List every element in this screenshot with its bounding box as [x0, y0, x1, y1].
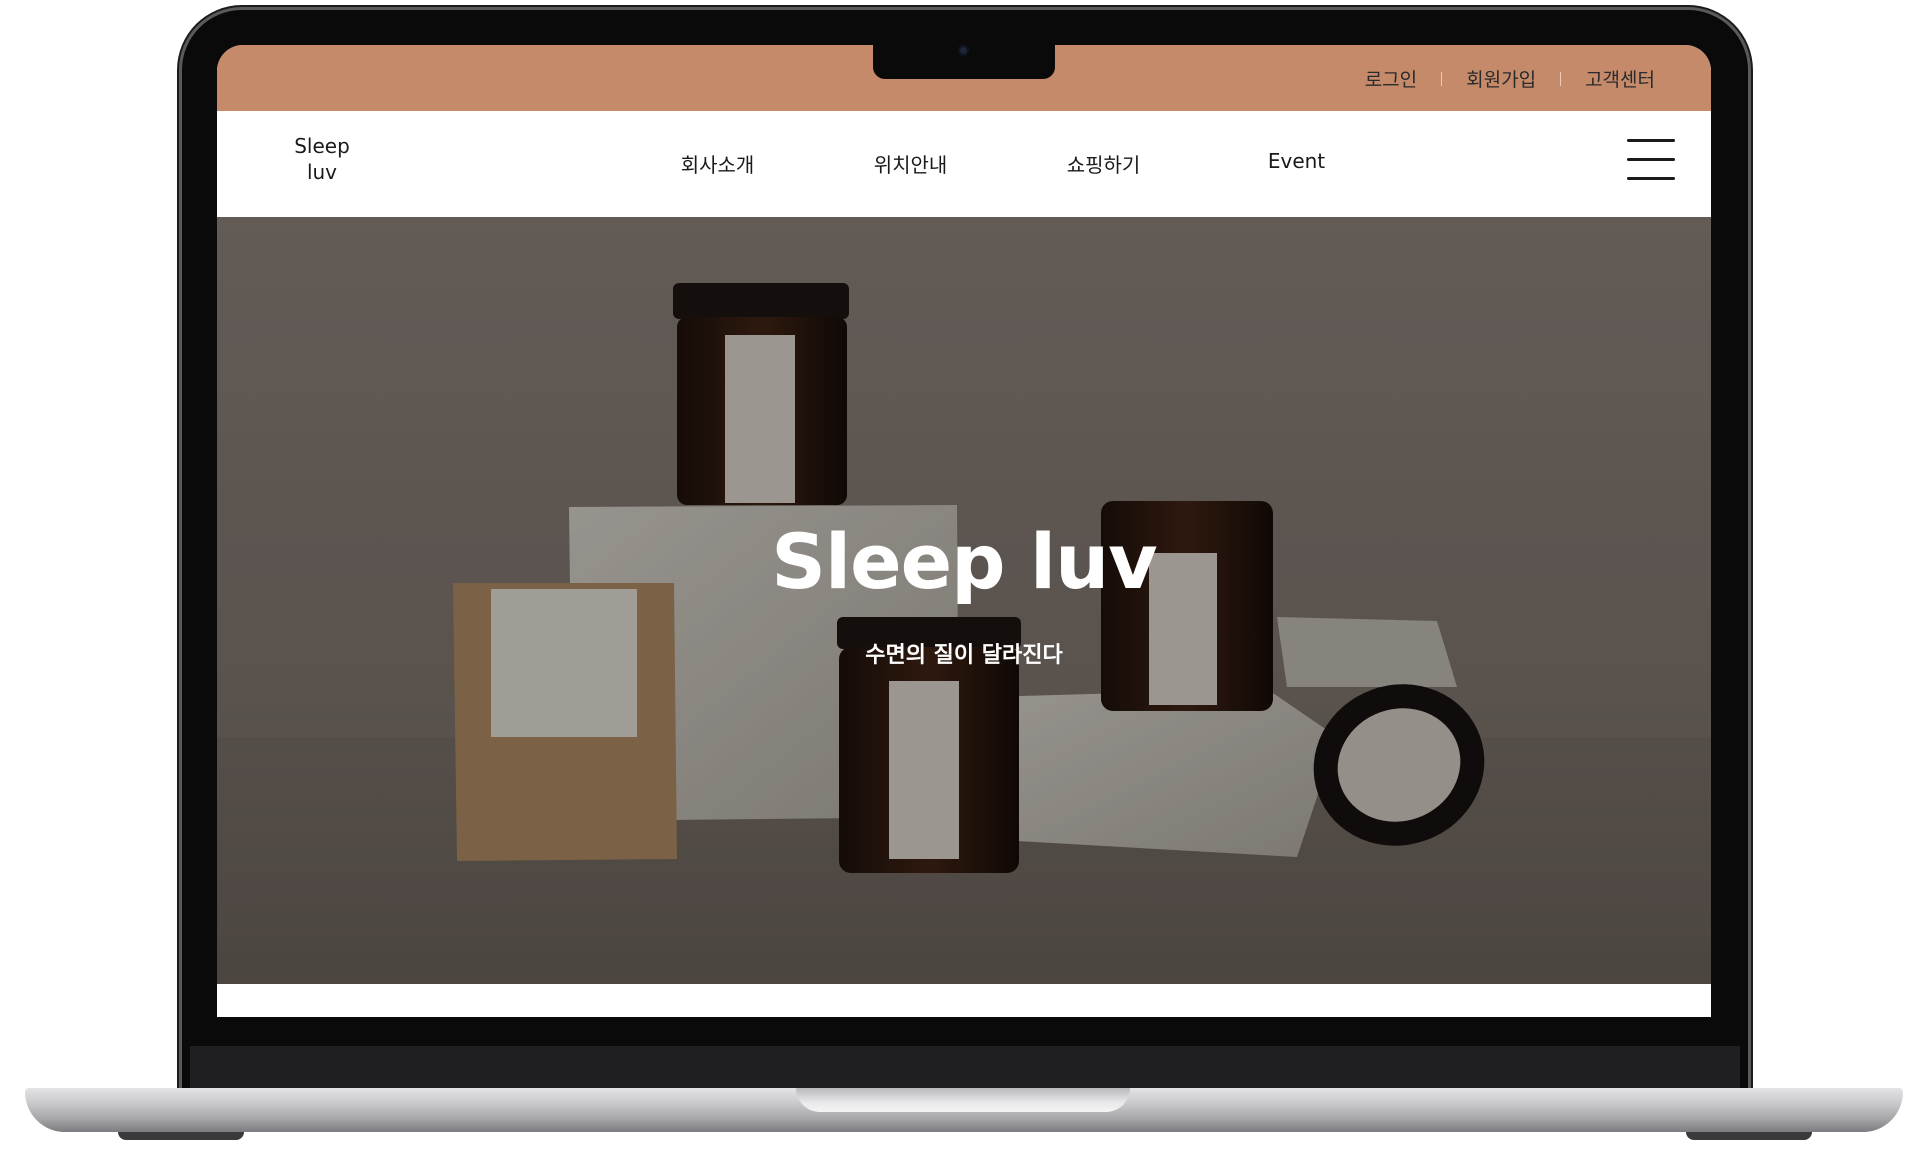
- signup-link[interactable]: 회원가입: [1466, 65, 1536, 92]
- laptop-screen: 로그인 회원가입 고객센터 Sleep luv 회사소개 위치안내 쇼핑하기 E…: [217, 45, 1711, 1017]
- divider: [1560, 71, 1562, 86]
- divider: [1441, 71, 1443, 86]
- nav-item-location[interactable]: 위치안내: [814, 149, 1007, 178]
- site-logo[interactable]: Sleep luv: [277, 133, 367, 185]
- logo-line-1: Sleep: [294, 134, 350, 158]
- laptop-chin: [190, 1046, 1740, 1088]
- laptop-opening-lip: [796, 1088, 1130, 1112]
- utility-links: 로그인 회원가입 고객센터: [1365, 65, 1655, 92]
- hero-subtitle: 수면의 질이 달라진다: [865, 643, 1063, 668]
- main-navbar: Sleep luv 회사소개 위치안내 쇼핑하기 Event: [217, 111, 1711, 217]
- hamburger-icon[interactable]: [1627, 139, 1675, 181]
- hamburger-bar: [1627, 177, 1675, 180]
- nav-item-company[interactable]: 회사소개: [621, 149, 814, 178]
- nav-item-shopping[interactable]: 쇼핑하기: [1007, 149, 1200, 178]
- laptop-foot-right: [1686, 1132, 1812, 1140]
- customer-center-link[interactable]: 고객센터: [1585, 65, 1655, 92]
- hero-title: Sleep luv: [771, 517, 1157, 606]
- below-hero-area: [217, 984, 1711, 1017]
- nav-item-event[interactable]: Event: [1200, 149, 1393, 178]
- logo-line-2: luv: [306, 160, 338, 184]
- hamburger-bar: [1627, 139, 1675, 142]
- login-link[interactable]: 로그인: [1365, 65, 1417, 92]
- primary-nav: 회사소개 위치안내 쇼핑하기 Event: [621, 149, 1393, 178]
- hamburger-bar: [1627, 158, 1675, 161]
- laptop-foot-left: [118, 1132, 244, 1140]
- camera-icon: [958, 45, 969, 56]
- laptop-frame: 로그인 회원가입 고객센터 Sleep luv 회사소개 위치안내 쇼핑하기 E…: [0, 0, 1912, 1154]
- hero-banner: Sleep luv 수면의 질이 달라진다: [217, 217, 1711, 984]
